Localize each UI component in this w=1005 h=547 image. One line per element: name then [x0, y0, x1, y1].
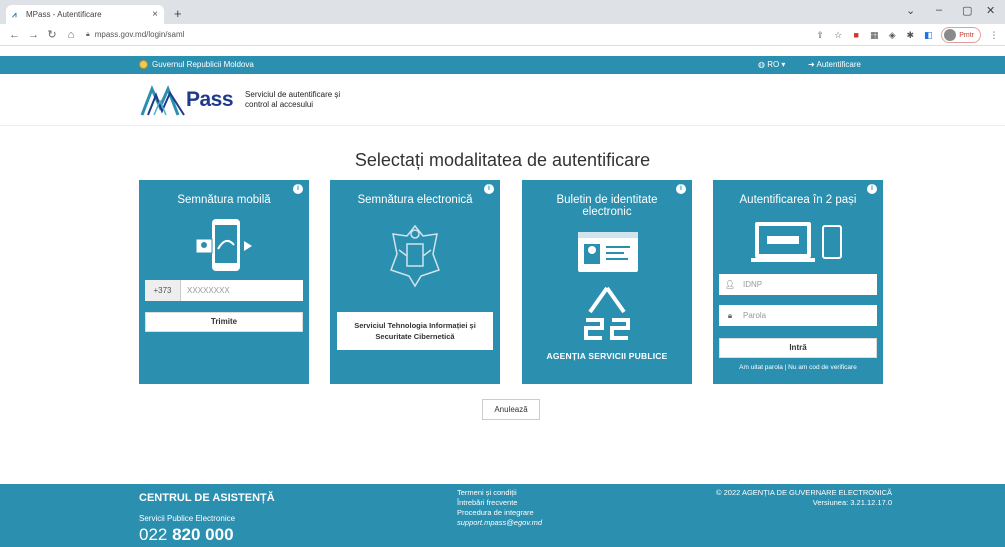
phone-prefix: +373 [145, 280, 181, 301]
menu-dots-icon[interactable]: ⋮ [989, 30, 999, 40]
phone-prefix-text: 022 [139, 525, 173, 544]
help-center-subtitle: Servicii Publice Electronice [139, 514, 236, 523]
url-text: mpass.gov.md/login/saml [94, 30, 185, 39]
extension-grid-icon[interactable]: ▦ [869, 30, 879, 40]
signature-provider-button[interactable]: Serviciul Tehnologia Informației și Secu… [337, 312, 493, 350]
phone-placeholder: XXXXXXXX [187, 286, 230, 295]
forward-icon[interactable]: → [28, 29, 39, 41]
copyright-text: © 2022 AGENȚIA DE GUVERNARE ELECTRONICĂ [716, 488, 892, 497]
mobile-phone-icon [195, 219, 252, 271]
cancel-button[interactable]: Anulează [482, 399, 540, 420]
info-icon[interactable]: i [676, 184, 686, 194]
footer-link-integration[interactable]: Procedura de integrare [457, 508, 542, 518]
mpass-m-logo-icon [140, 85, 185, 116]
extensions-puzzle-icon[interactable]: ✱ [905, 30, 915, 40]
language-selector[interactable]: ◍ RO ▾ [758, 60, 785, 69]
recovery-links[interactable]: Am uitat parola | Nu am cod de verificar… [713, 364, 883, 371]
footer-link-terms[interactable]: Termeni și condiții [457, 488, 542, 498]
extension-shield-icon[interactable]: ◈ [887, 30, 897, 40]
gov-name: Guvernul Republicii Moldova [152, 60, 254, 69]
agency-name: AGENȚIA SERVICII PUBLICE [546, 351, 668, 361]
profile-button[interactable]: Pmtr [941, 27, 981, 43]
idnp-placeholder: IDNP [743, 280, 763, 289]
lock-icon: 🔒︎ [86, 30, 90, 38]
password-placeholder: Parola [743, 311, 767, 320]
extensions-area: ⇪ ☆ ■ ▦ ◈ ✱ ◧ Pmtr ⋮ [815, 27, 999, 43]
login-link[interactable]: ➜ Autentificare [808, 60, 861, 69]
government-bar: Guvernul Republicii Moldova ◍ RO ▾ ➜ Aut… [0, 56, 1005, 74]
idnp-input[interactable]: 👤︎ IDNP [719, 274, 877, 295]
agency-public-services-logo-icon [584, 286, 630, 340]
reload-icon[interactable]: ↻ [47, 28, 57, 41]
lock-icon: 🔒︎ [727, 311, 733, 320]
user-icon: 👤︎ [724, 280, 736, 289]
send-button[interactable]: Trimite [145, 312, 303, 332]
address-bar-row: ← → ↻ ⌂ 🔒︎ mpass.gov.md/login/saml ⇪ ☆ ■… [0, 24, 1005, 46]
gov-link[interactable]: Guvernul Republicii Moldova [139, 60, 254, 69]
logo-pass-text: Pass [186, 88, 234, 111]
laptop-tablet-icon [751, 222, 842, 262]
back-icon[interactable]: ← [9, 29, 20, 41]
extension-red-icon[interactable]: ■ [851, 30, 861, 40]
help-center-title: CENTRUL DE ASISTENȚĂ [139, 492, 275, 504]
share-icon[interactable]: ⇪ [815, 30, 825, 40]
bookmark-star-icon[interactable]: ☆ [833, 30, 843, 40]
header-divider [0, 125, 1005, 126]
info-icon[interactable]: i [293, 184, 303, 194]
version-text: Versiunea: 3.21.12.17.0 [812, 498, 892, 507]
globe-icon: ◍ [758, 60, 768, 69]
footer-links: Termeni și condiții Întrebări frecvente … [457, 488, 542, 528]
mpass-logo[interactable]: Pass Serviciul de autentificare și contr… [140, 82, 355, 118]
card-title: Semnătura mobilă [177, 194, 271, 206]
card-electronic-id[interactable]: i Buletin de identitate electronic AGENȚ… [522, 180, 692, 384]
footer-link-support-email[interactable]: support.mpass@egov.md [457, 518, 542, 528]
home-icon[interactable]: ⌂ [66, 29, 76, 41]
card-title: Autentificarea în 2 pași [739, 194, 857, 206]
card-two-step-auth[interactable]: i Autentificarea în 2 pași 👤︎ IDNP 🔒︎ Pa… [713, 180, 883, 384]
language-label: RO ▾ [767, 60, 786, 69]
phone-main-text: 820 000 [172, 525, 234, 544]
card-mobile-signature[interactable]: i Semnătura mobilă +373 XXXXXXXX Trimite [139, 180, 309, 384]
login-label: Autentificare [816, 60, 861, 69]
card-title: Buletin de identitate electronic [556, 194, 658, 218]
tab-close-icon[interactable]: × [152, 9, 158, 20]
new-tab-button[interactable]: + [174, 6, 182, 21]
tab-title: MPass - Autentificare [26, 10, 102, 19]
logo-tagline: Serviciul de autentificare și control al… [245, 90, 341, 109]
card-title: Semnătura electronică [357, 194, 473, 206]
enter-button[interactable]: Intră [719, 338, 877, 358]
profile-label: Pmtr [959, 31, 974, 39]
avatar [944, 29, 957, 41]
gov-emblem-icon [139, 60, 148, 69]
sidepanel-icon[interactable]: ◧ [923, 30, 933, 40]
info-icon[interactable]: i [484, 184, 494, 194]
footer-copyright: © 2022 AGENȚIA DE GUVERNARE ELECTRONICĂ … [678, 488, 892, 508]
moldova-coat-of-arms-icon [390, 224, 440, 288]
minimize-icon[interactable]: – [936, 4, 942, 16]
id-card-icon [578, 232, 638, 272]
footer: CENTRUL DE ASISTENȚĂ Servicii Publice El… [0, 484, 1005, 547]
password-input[interactable]: 🔒︎ Parola [719, 305, 877, 326]
page-title: Selectați modalitatea de autentificare [354, 150, 651, 170]
tab-search-icon[interactable]: ⌄ [906, 4, 915, 17]
phone-number-input[interactable]: +373 XXXXXXXX [145, 280, 303, 301]
browser-tab[interactable]: ⩘ MPass - Autentificare × [6, 5, 164, 24]
mpass-favicon-icon: ⩘ [12, 10, 17, 19]
maximize-icon[interactable]: ▢ [962, 4, 972, 17]
close-window-icon[interactable]: ✕ [986, 4, 995, 17]
footer-link-faq[interactable]: Întrebări frecvente [457, 498, 542, 508]
card-electronic-signature[interactable]: i Semnătura electronică Serviciul Tehnol… [330, 180, 500, 384]
browser-tabbar: ⩘ MPass - Autentificare × + ⌄ – ▢ ✕ [0, 0, 1005, 24]
help-phone[interactable]: 022 820 000 [139, 525, 234, 545]
info-icon[interactable]: i [867, 184, 877, 194]
